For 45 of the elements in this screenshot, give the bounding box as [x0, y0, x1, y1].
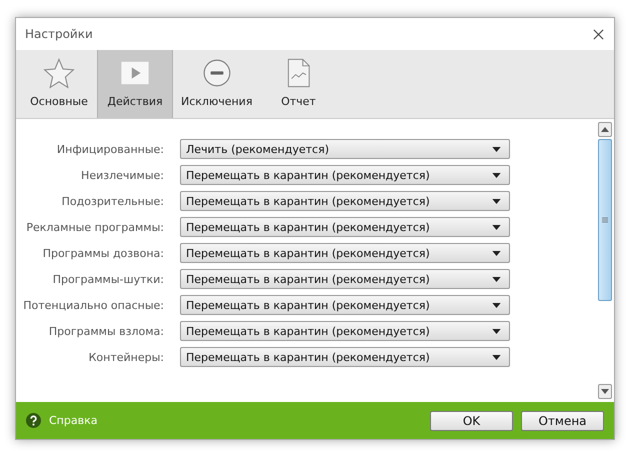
- action-label: Программы дозвона:: [42, 246, 164, 260]
- action-dropdown[interactable]: Перемещать в карантин (рекомендуется): [180, 269, 510, 289]
- action-dropdown[interactable]: Перемещать в карантин (рекомендуется): [180, 191, 510, 211]
- close-icon[interactable]: [593, 28, 604, 40]
- window-title: Настройки: [25, 27, 93, 41]
- caret-icon: [492, 328, 501, 334]
- caret-icon: [492, 224, 501, 230]
- cancel-button[interactable]: Отмена: [521, 410, 604, 430]
- grip-icon: [602, 217, 608, 223]
- action-label: Подозрительные:: [60, 194, 164, 208]
- action-label: Потенциально опасные:: [22, 298, 164, 312]
- action-dropdown[interactable]: Лечить (рекомендуется): [180, 139, 510, 159]
- caret-icon: [492, 250, 501, 256]
- action-dropdown[interactable]: Перемещать в карантин (рекомендуется): [180, 243, 510, 263]
- toolbar-tab[interactable]: Основные: [21, 50, 97, 118]
- action-label: Программы-шутки:: [52, 272, 164, 286]
- action-label: Программы взлома:: [48, 324, 164, 338]
- caret-icon: [492, 172, 501, 178]
- action-dropdown[interactable]: Перемещать в карантин (рекомендуется): [180, 217, 510, 237]
- action-dropdown[interactable]: Перемещать в карантин (рекомендуется): [180, 347, 510, 367]
- ok-button[interactable]: OK: [430, 410, 513, 430]
- action-dropdown[interactable]: Перемещать в карантин (рекомендуется): [180, 321, 510, 341]
- caret-icon: [492, 354, 501, 360]
- action-dropdown[interactable]: Перемещать в карантин (рекомендуется): [180, 165, 510, 185]
- action-dropdown[interactable]: Перемещать в карантин (рекомендуется): [180, 295, 510, 315]
- caret-icon: [492, 276, 501, 282]
- action-label: Неизлечимые:: [80, 168, 164, 182]
- minus-circle-icon: [200, 57, 233, 89]
- scroll-up-button[interactable]: [598, 122, 612, 137]
- caret-icon: [492, 302, 501, 308]
- question-icon: [26, 413, 41, 428]
- toolbar-tab[interactable]: Исключения: [173, 50, 260, 118]
- action-label: Контейнеры:: [88, 350, 164, 364]
- caret-icon: [492, 146, 501, 152]
- toolbar-tab[interactable]: Отчет: [260, 50, 336, 118]
- scroll-thumb[interactable]: [598, 139, 612, 301]
- action-label: Рекламные программы:: [25, 220, 164, 234]
- action-label: Инфицированные:: [56, 142, 164, 156]
- scroll-down-button[interactable]: [598, 384, 612, 399]
- scrollbar[interactable]: [598, 122, 612, 399]
- toolbar-tab[interactable]: Действия: [97, 50, 173, 118]
- up-arrow-icon: [601, 127, 609, 132]
- star-icon: [43, 57, 75, 89]
- down-arrow-icon: [601, 389, 609, 394]
- caret-icon: [492, 198, 501, 204]
